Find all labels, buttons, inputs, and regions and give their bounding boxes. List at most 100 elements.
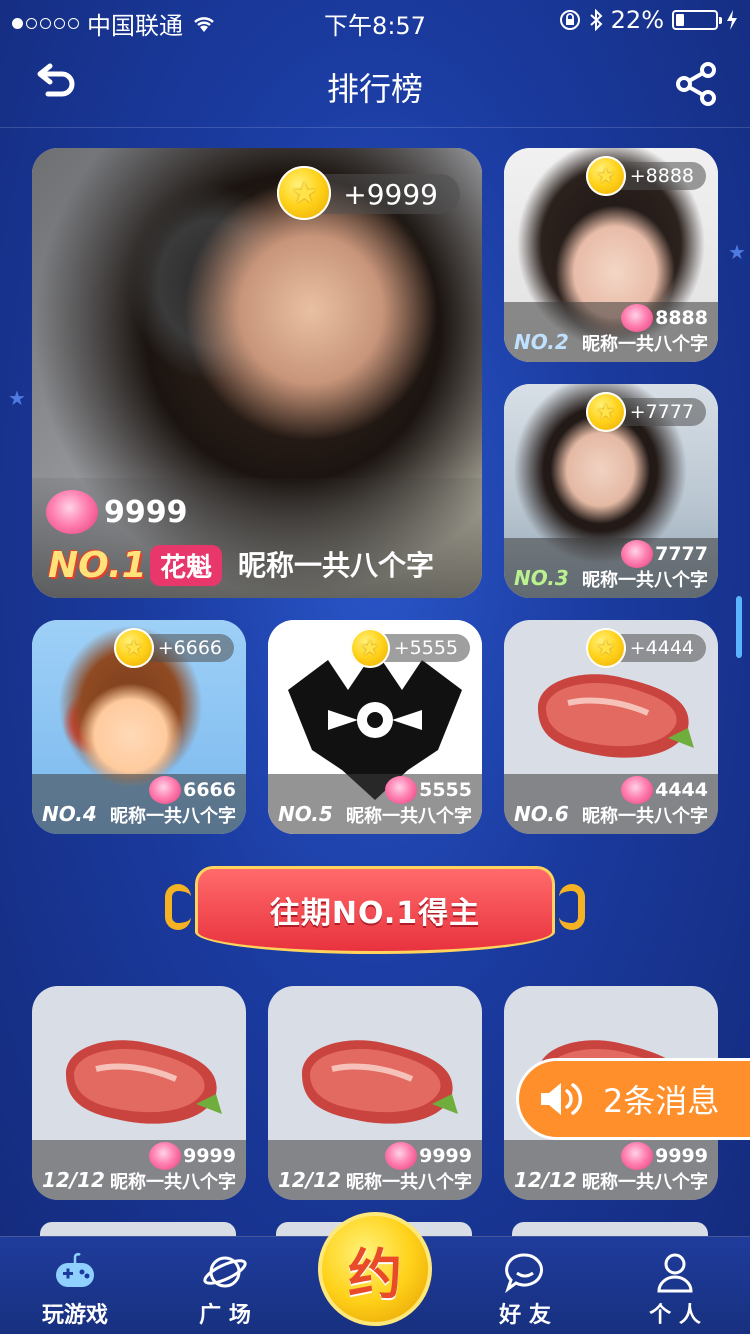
share-icon[interactable] bbox=[672, 60, 720, 108]
card-footer: 5555 NO.5 昵称一共八个字 bbox=[268, 774, 482, 834]
winner-date: 12/12 bbox=[278, 1168, 341, 1192]
rose-icon bbox=[621, 304, 654, 332]
person-icon bbox=[657, 1253, 693, 1293]
winner-date: 12/12 bbox=[514, 1168, 577, 1192]
coin-reward: +9999 bbox=[277, 166, 460, 220]
tab-label: 广 场 bbox=[199, 1303, 251, 1328]
card-footer: 9999 12/12 昵称一共八个字 bbox=[268, 1140, 482, 1200]
card-footer: 6666 NO.4 昵称一共八个字 bbox=[32, 774, 246, 834]
coin-icon bbox=[113, 628, 154, 668]
star-decoration: ★ bbox=[728, 240, 746, 264]
battery-percent: 22% bbox=[610, 6, 664, 34]
rose-count: 9999 bbox=[149, 1142, 236, 1170]
chat-bubble-icon bbox=[505, 1253, 543, 1294]
tab-profile[interactable]: 个 人 bbox=[620, 1249, 730, 1329]
steak-image bbox=[302, 1040, 458, 1124]
card-footer: 9999 12/12 昵称一共八个字 bbox=[504, 1140, 718, 1200]
rose-count: 6666 bbox=[149, 776, 236, 804]
speaker-icon bbox=[541, 1083, 583, 1115]
banner-hook-right bbox=[559, 884, 585, 930]
rose-icon bbox=[149, 776, 182, 804]
tab-square[interactable]: 广 场 bbox=[170, 1249, 280, 1329]
nickname: 昵称一共八个字 bbox=[110, 1172, 236, 1193]
message-notification-button[interactable]: 2条消息 bbox=[516, 1058, 750, 1140]
rose-icon bbox=[149, 1142, 182, 1170]
rank-label: NO.2 bbox=[514, 330, 569, 354]
coin-reward: +7777 bbox=[585, 392, 706, 432]
charging-icon bbox=[727, 10, 737, 30]
date-center-button[interactable]: 约 bbox=[318, 1212, 432, 1326]
banner-hook-left bbox=[165, 884, 191, 930]
rose-count: 7777 bbox=[621, 540, 708, 568]
rose-icon bbox=[385, 776, 418, 804]
nickname: 昵称一共八个字 bbox=[582, 1172, 708, 1193]
winner-date: 12/12 bbox=[42, 1168, 105, 1192]
coin-icon bbox=[585, 628, 626, 668]
tab-label: 个 人 bbox=[649, 1303, 701, 1328]
tab-label: 好 友 bbox=[499, 1303, 551, 1328]
coin-reward: +5555 bbox=[349, 628, 470, 668]
star-decoration: ★ bbox=[8, 386, 26, 410]
coin-reward: +4444 bbox=[585, 628, 706, 668]
past-winner-card[interactable]: 9999 12/12 昵称一共八个字 bbox=[32, 986, 246, 1200]
rank-card-4[interactable]: +6666 6666 NO.4 昵称一共八个字 bbox=[32, 620, 246, 834]
battery-icon bbox=[672, 10, 722, 30]
rose-count: 8888 bbox=[621, 304, 708, 332]
rose-count: 9999 bbox=[385, 1142, 472, 1170]
nickname: 昵称一共八个字 bbox=[582, 570, 708, 591]
rank-card-3[interactable]: +7777 7777 NO.3 昵称一共八个字 bbox=[504, 384, 718, 598]
rose-count: 9999 bbox=[46, 490, 188, 534]
card-footer: 8888 NO.2 昵称一共八个字 bbox=[504, 302, 718, 362]
rose-count: 9999 bbox=[621, 1142, 708, 1170]
rose-icon bbox=[46, 490, 98, 534]
card-footer: 9999 12/12 昵称一共八个字 bbox=[32, 1140, 246, 1200]
nav-bar: 排行榜 bbox=[0, 40, 750, 128]
coin-amount: +5555 bbox=[393, 637, 458, 659]
steak-image bbox=[538, 674, 694, 758]
rank-label: NO.6 bbox=[514, 802, 569, 826]
steak-image bbox=[66, 1040, 222, 1124]
bluetooth-icon bbox=[589, 9, 603, 31]
coin-icon bbox=[277, 166, 332, 220]
tab-friends[interactable]: 好 友 bbox=[470, 1249, 580, 1329]
rose-amount: 9999 bbox=[104, 494, 188, 530]
past-winner-card[interactable]: 9999 12/12 昵称一共八个字 bbox=[268, 986, 482, 1200]
coin-icon bbox=[585, 392, 626, 432]
rank-label: NO.1 bbox=[48, 545, 147, 586]
rose-icon bbox=[385, 1142, 418, 1170]
rank-card-5[interactable]: +5555 5555 NO.5 昵称一共八个字 bbox=[268, 620, 482, 834]
status-bar: 中国联通 下午8:57 22% bbox=[0, 0, 750, 40]
gamepad-icon bbox=[56, 1253, 94, 1287]
tab-play-games[interactable]: 玩游戏 bbox=[20, 1249, 130, 1329]
nickname: 昵称一共八个字 bbox=[346, 1172, 472, 1193]
coin-reward: +8888 bbox=[585, 156, 706, 196]
banner-title: 往期NO.1得主 bbox=[195, 866, 555, 954]
card-footer: 7777 NO.3 昵称一共八个字 bbox=[504, 538, 718, 598]
rank-label: NO.3 bbox=[514, 566, 569, 590]
nickname: 昵称一共八个字 bbox=[346, 806, 472, 827]
rose-icon bbox=[621, 776, 654, 804]
nickname: 昵称一共八个字 bbox=[238, 549, 435, 582]
past-winners-banner: 往期NO.1得主 bbox=[165, 866, 585, 962]
rose-icon bbox=[621, 1142, 654, 1170]
rank-card-2[interactable]: +8888 8888 NO.2 昵称一共八个字 bbox=[504, 148, 718, 362]
nickname: 昵称一共八个字 bbox=[582, 334, 708, 355]
coin-reward: +6666 bbox=[113, 628, 234, 668]
rank-card-1[interactable]: +9999 9999 NO.1 花魁 昵称一共八个字 bbox=[32, 148, 482, 598]
rotation-lock-icon bbox=[559, 10, 580, 30]
rose-icon bbox=[621, 540, 654, 568]
nickname: 昵称一共八个字 bbox=[110, 806, 236, 827]
rank-label: NO.5 bbox=[278, 802, 333, 826]
planet-icon bbox=[203, 1256, 247, 1288]
scrollbar[interactable] bbox=[736, 596, 742, 658]
message-count-label: 2条消息 bbox=[603, 1082, 720, 1120]
title-badge: 花魁 bbox=[150, 545, 223, 586]
page-title: 排行榜 bbox=[326, 70, 423, 108]
nickname: 昵称一共八个字 bbox=[582, 806, 708, 827]
coin-amount: +9999 bbox=[343, 177, 438, 211]
coin-amount: +8888 bbox=[629, 165, 694, 187]
coin-amount: +4444 bbox=[629, 637, 694, 659]
rose-count: 4444 bbox=[621, 776, 708, 804]
rank-card-6[interactable]: +4444 4444 NO.6 昵称一共八个字 bbox=[504, 620, 718, 834]
coin-amount: +6666 bbox=[157, 637, 222, 659]
